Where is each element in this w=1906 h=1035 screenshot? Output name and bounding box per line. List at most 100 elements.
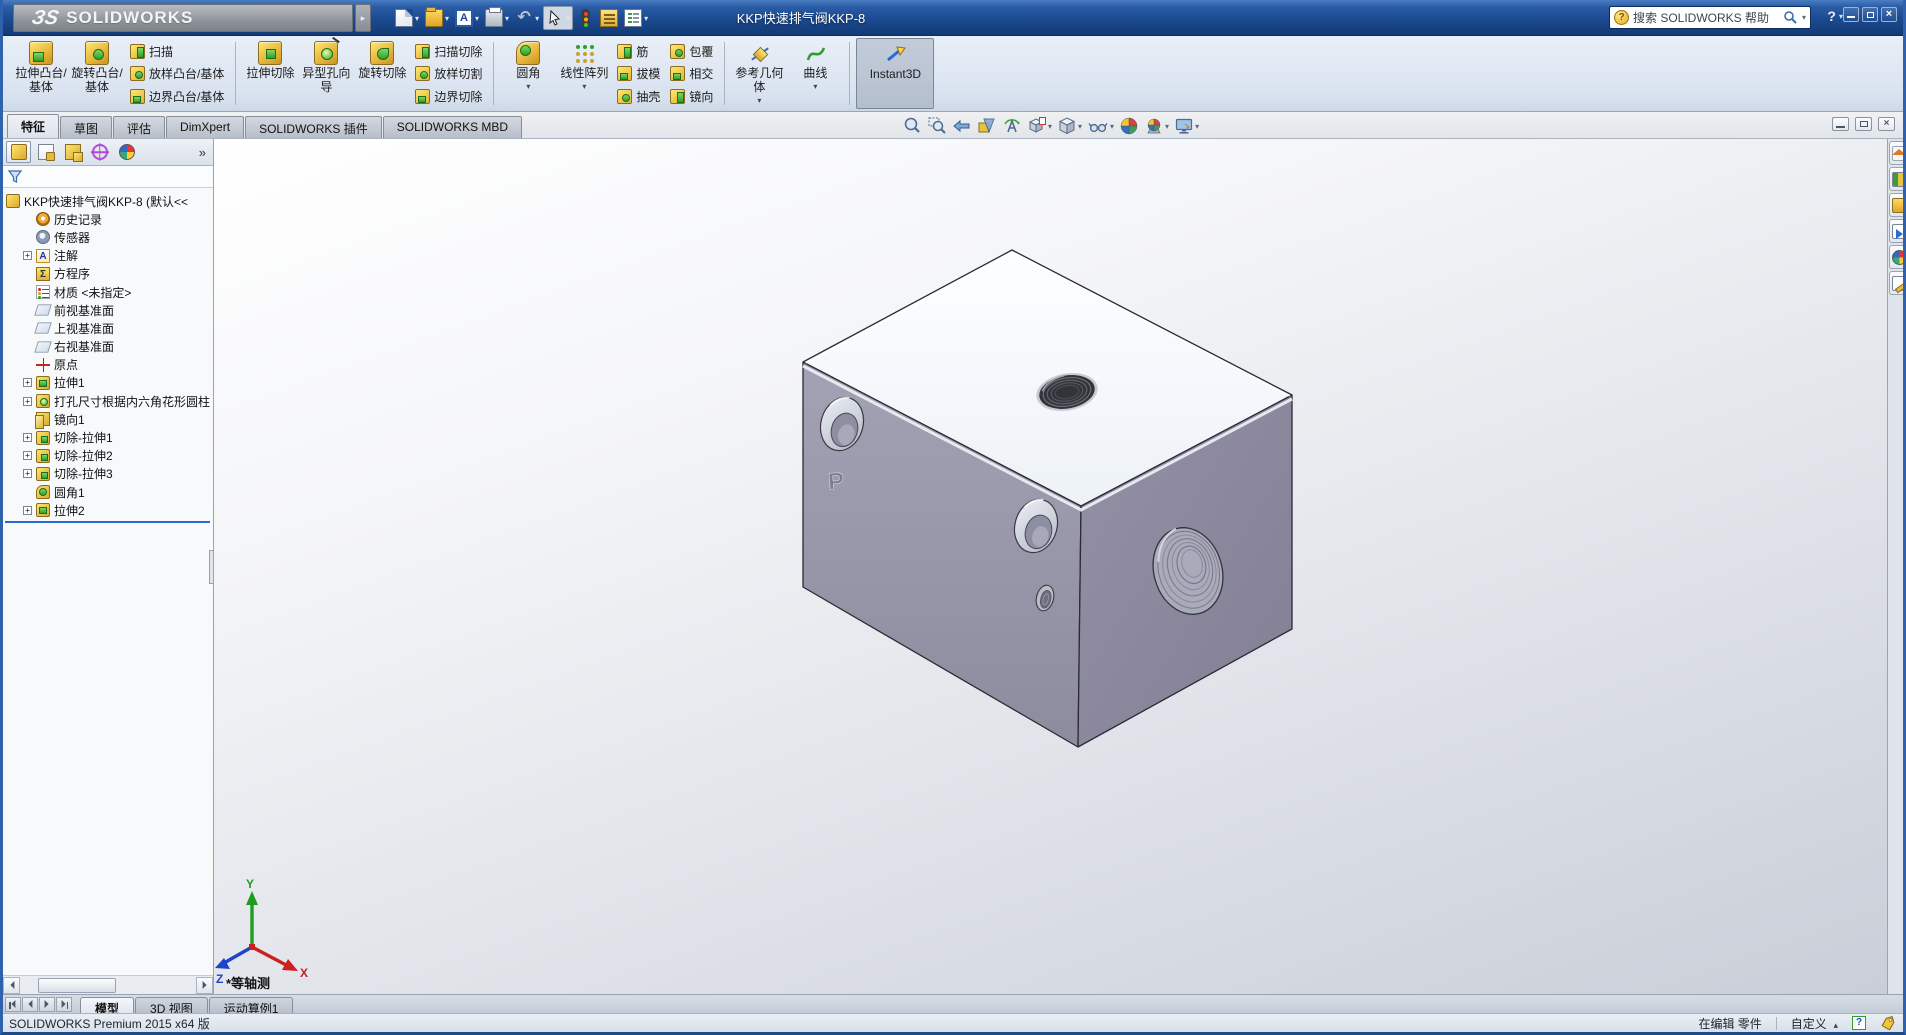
new-document-button[interactable]: ▾ bbox=[393, 6, 421, 30]
configurationmanager-tab[interactable] bbox=[60, 141, 85, 163]
tree-item-equations[interactable]: Σ 方程序 bbox=[3, 265, 213, 283]
instant3d-button[interactable]: Instant3D bbox=[856, 38, 935, 109]
tab-features[interactable]: 特征 bbox=[7, 114, 60, 138]
dropdown-arrow-icon[interactable]: ▾ bbox=[566, 14, 570, 23]
rollback-bar[interactable] bbox=[5, 521, 210, 524]
expand-icon[interactable]: + bbox=[23, 469, 32, 479]
dropdown-arrow-icon[interactable]: ▾ bbox=[757, 96, 761, 105]
tab-addins[interactable]: SOLIDWORKS 插件 bbox=[245, 116, 382, 138]
tree-item-cut2[interactable]: + 切除-拉伸2 bbox=[3, 447, 213, 465]
doc-minimize-button[interactable] bbox=[1832, 117, 1849, 131]
tree-item-history[interactable]: 历史记录 bbox=[3, 210, 213, 228]
design-library-tab[interactable] bbox=[1889, 167, 1903, 191]
quick-tips-icon[interactable]: ? bbox=[1852, 1016, 1866, 1030]
units-selector[interactable]: 自定义 ▴ bbox=[1791, 1015, 1838, 1032]
tree-item-origin[interactable]: 原点 bbox=[3, 356, 213, 374]
tree-item-extrude2[interactable]: + 拉伸2 bbox=[3, 501, 213, 519]
undo-button[interactable]: ↶ ▾ bbox=[513, 6, 541, 30]
minimize-button[interactable] bbox=[1843, 7, 1859, 22]
search-input[interactable]: 搜索 SOLIDWORKS 帮助 bbox=[1633, 9, 1779, 26]
performance-evaluation-button[interactable] bbox=[575, 6, 596, 30]
tree-item-annotations[interactable]: + A 注解 bbox=[3, 247, 213, 265]
tree-filter-row[interactable] bbox=[3, 166, 213, 188]
curves-button[interactable]: 曲线 ▾ bbox=[787, 38, 843, 109]
first-tab-button[interactable] bbox=[5, 996, 21, 1012]
extruded-cut-button[interactable]: 拉伸切除 bbox=[242, 38, 298, 109]
previous-view-button[interactable] bbox=[951, 115, 973, 137]
sweep-button[interactable]: 扫描 bbox=[127, 41, 227, 61]
apply-scene-button[interactable]: ▾ bbox=[1143, 115, 1170, 137]
select-button[interactable]: ▾ bbox=[543, 6, 574, 30]
extruded-boss-button[interactable]: 拉伸凸台/基体 bbox=[13, 38, 69, 109]
dropdown-arrow-icon[interactable]: ▾ bbox=[644, 14, 648, 23]
appearances-tab[interactable] bbox=[1889, 245, 1903, 269]
displaymanager-tab[interactable] bbox=[114, 141, 139, 163]
search-box[interactable]: ? 搜索 SOLIDWORKS 帮助 ▾ bbox=[1609, 6, 1811, 29]
tab-dimxpert[interactable]: DimXpert bbox=[166, 116, 245, 138]
motion-study-tab[interactable]: 运动算例1 bbox=[208, 997, 294, 1016]
tree-item-fillet1[interactable]: 圆角1 bbox=[3, 483, 213, 501]
expand-icon[interactable]: + bbox=[23, 251, 32, 261]
dropdown-arrow-icon[interactable]: ▾ bbox=[1048, 122, 1052, 131]
dropdown-arrow-icon[interactable]: ▾ bbox=[582, 82, 586, 91]
tab-evaluate[interactable]: 评估 bbox=[113, 116, 166, 138]
intersect-button[interactable]: 相交 bbox=[667, 64, 716, 84]
tree-item-top-plane[interactable]: 上视基准面 bbox=[3, 319, 213, 337]
model-canvas[interactable]: P Y X Z bbox=[214, 139, 1887, 994]
expand-icon[interactable]: + bbox=[23, 505, 32, 515]
maximize-button[interactable] bbox=[1862, 7, 1878, 22]
dropdown-arrow-icon[interactable]: ▾ bbox=[1110, 122, 1114, 131]
tree-item-extrude1[interactable]: + 拉伸1 bbox=[3, 374, 213, 392]
tree-item-sensors[interactable]: 传感器 bbox=[3, 228, 213, 246]
edit-appearance-button[interactable] bbox=[1118, 115, 1140, 137]
dropdown-arrow-icon[interactable]: ▾ bbox=[535, 14, 539, 23]
view-orientation-button[interactable]: ▾ bbox=[1026, 115, 1053, 137]
expand-icon[interactable]: + bbox=[23, 378, 32, 388]
options-button[interactable]: ▾ bbox=[622, 6, 650, 30]
dropdown-arrow-icon[interactable]: ▾ bbox=[1078, 122, 1082, 131]
custom-properties-tab[interactable] bbox=[1889, 271, 1903, 295]
tree-item-material[interactable]: 材质 <未指定> bbox=[3, 283, 213, 301]
scroll-track[interactable] bbox=[20, 977, 196, 994]
tag-icon[interactable] bbox=[1880, 1015, 1897, 1031]
tree-item-cut3[interactable]: + 切除-拉伸3 bbox=[3, 465, 213, 483]
mirror-button[interactable]: 镜向 bbox=[667, 86, 716, 106]
lofted-boss-button[interactable]: 放样凸台/基体 bbox=[127, 64, 227, 84]
view-settings-button[interactable]: ▾ bbox=[1173, 115, 1200, 137]
revolved-boss-button[interactable]: 旋转凸台/基体 bbox=[69, 38, 125, 109]
tab-mbd[interactable]: SOLIDWORKS MBD bbox=[382, 116, 523, 138]
linear-pattern-button[interactable]: 线性阵列 ▾ bbox=[556, 38, 612, 109]
tree-horizontal-scrollbar[interactable] bbox=[3, 975, 213, 994]
help-button[interactable]: ? ▾ bbox=[1827, 8, 1843, 24]
close-button[interactable]: × bbox=[1881, 7, 1897, 22]
home-tab[interactable] bbox=[1889, 141, 1903, 165]
dropdown-arrow-icon[interactable]: ▾ bbox=[1165, 122, 1169, 131]
3d-views-tab[interactable]: 3D 视图 bbox=[135, 997, 208, 1016]
scroll-left-button[interactable] bbox=[3, 976, 20, 994]
units-dropdown-icon[interactable]: ▴ bbox=[1833, 1020, 1838, 1030]
tree-item-cut1[interactable]: + 切除-拉伸1 bbox=[3, 428, 213, 446]
boundary-cut-button[interactable]: 边界切除 bbox=[412, 86, 485, 106]
dropdown-arrow-icon[interactable]: ▾ bbox=[475, 14, 479, 23]
dropdown-arrow-icon[interactable]: ▾ bbox=[505, 14, 509, 23]
display-style-button[interactable]: ▾ bbox=[1056, 115, 1083, 137]
tree-root-item[interactable]: KKP快速排气阀KKP-8 (默认<< bbox=[3, 192, 213, 210]
tab-sketch[interactable]: 草图 bbox=[60, 116, 113, 138]
boundary-boss-button[interactable]: 边界凸台/基体 bbox=[127, 86, 227, 106]
next-tab-button[interactable] bbox=[39, 996, 55, 1012]
rib-button[interactable]: 筋 bbox=[614, 41, 663, 61]
revolved-cut-button[interactable]: 旋转切除 bbox=[354, 38, 410, 109]
graphics-viewport[interactable]: P Y X Z *等轴测 bbox=[214, 139, 1887, 994]
zoom-to-fit-button[interactable] bbox=[901, 115, 923, 137]
expand-icon[interactable]: + bbox=[23, 433, 32, 443]
doc-close-button[interactable]: × bbox=[1878, 117, 1895, 131]
scroll-thumb[interactable] bbox=[38, 977, 116, 993]
dropdown-arrow-icon[interactable]: ▾ bbox=[415, 14, 419, 23]
dimxpertmanager-tab[interactable] bbox=[87, 141, 112, 163]
zoom-to-area-button[interactable] bbox=[926, 115, 948, 137]
section-view-button[interactable] bbox=[976, 115, 998, 137]
hole-wizard-button[interactable]: 异型孔向导 bbox=[298, 38, 354, 109]
prev-tab-button[interactable] bbox=[22, 996, 38, 1012]
file-properties-button[interactable] bbox=[598, 6, 620, 30]
dropdown-arrow-icon[interactable]: ▾ bbox=[813, 82, 817, 91]
